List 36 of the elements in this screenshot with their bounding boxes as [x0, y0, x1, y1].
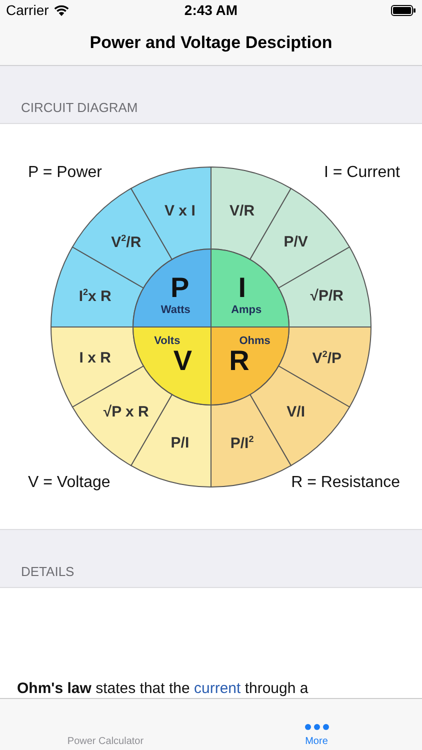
wifi-icon — [54, 4, 69, 16]
quantity-legend: V = Voltage — [28, 474, 110, 492]
unit-label: Watts — [160, 304, 190, 316]
formula-label: P/I — [170, 434, 190, 452]
formula-label: I$^{2}$x R — [78, 286, 112, 305]
formula-label: P/V — [284, 234, 308, 251]
quantity-letter: R — [229, 345, 250, 378]
quantity-legend: P = Power — [28, 164, 102, 182]
status-time: 2:43 AM — [184, 2, 238, 18]
tab-item[interactable]: Power Calculator — [0, 699, 211, 750]
more-icon — [304, 724, 328, 730]
formula-label: √P x R — [103, 403, 149, 420]
formula-label: V$^{2}$/P — [312, 349, 342, 368]
formula-label: V/R — [230, 202, 255, 220]
quantity-letter: I — [238, 272, 246, 304]
formula-label: V x I — [164, 202, 196, 220]
unit-label: Amps — [231, 304, 262, 316]
text-link[interactable]: current — [194, 680, 241, 697]
section-header: CIRCUIT DIAGRAM — [21, 100, 138, 115]
unit-label: Volts — [154, 334, 180, 347]
formula-label: √P/R — [310, 287, 344, 304]
nav-title: Power and Voltage Desciption — [90, 32, 332, 52]
quantity-letter: P — [170, 272, 190, 304]
formula-label: V/I — [286, 403, 306, 420]
quantity-legend: I = Current — [324, 164, 400, 182]
formula-label: V$^{2}$/R — [111, 233, 142, 252]
quantity-letter: V — [173, 345, 192, 378]
quantity-legend: R = Resistance — [291, 474, 400, 492]
section-header: DETAILS — [21, 564, 74, 579]
battery-icon — [391, 4, 416, 16]
formula-label: I x R — [79, 350, 111, 367]
tab-item[interactable]: More — [211, 699, 422, 750]
details-paragraph: Ohm's law states that the current through a — [17, 680, 310, 697]
unit-label: Ohms — [239, 334, 270, 347]
carrier-label: Carrier — [6, 2, 49, 18]
formula-label: P/I$^{2}$ — [230, 434, 254, 452]
